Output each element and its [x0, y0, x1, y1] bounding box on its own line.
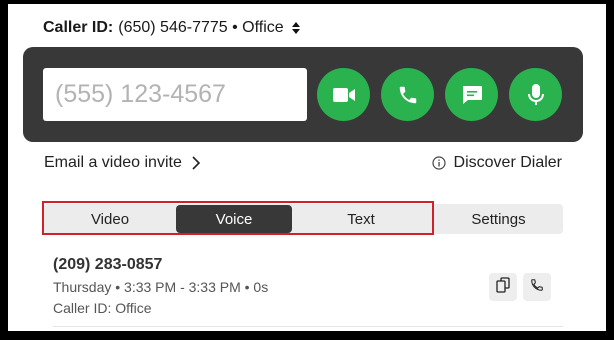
caller-id-value: (650) 546-7775 • Office [118, 19, 284, 36]
caller-id-label: Caller ID: [43, 19, 114, 36]
copy-number-button[interactable] [489, 273, 517, 301]
info-icon [431, 156, 446, 170]
video-camera-icon [332, 86, 356, 104]
call-back-button[interactable] [523, 273, 551, 301]
links-row: Email a video invite Discover Dialer [44, 154, 564, 174]
phone-number-input[interactable] [43, 68, 307, 121]
list-divider [53, 326, 563, 327]
email-invite-label: Email a video invite [44, 154, 182, 171]
text-message-button[interactable] [445, 68, 498, 121]
microphone-icon [527, 83, 545, 107]
chevron-right-icon [192, 156, 200, 170]
video-call-button[interactable] [317, 68, 370, 121]
mode-tabs: Video Voice Text Settings [44, 204, 563, 234]
phone-icon [530, 278, 544, 297]
tab-text[interactable]: Text [292, 204, 430, 234]
tab-settings[interactable]: Settings [434, 204, 563, 234]
chat-bubble-icon [461, 85, 483, 105]
dial-bar [23, 47, 583, 142]
copy-icon [496, 276, 510, 298]
call-number: (209) 283-0857 [53, 256, 163, 273]
email-video-invite-link[interactable]: Email a video invite [44, 154, 200, 172]
call-caller-id: Caller ID: Office [53, 300, 152, 316]
phone-icon [397, 84, 419, 106]
tab-voice[interactable]: Voice [176, 205, 292, 233]
dialer-panel: Caller ID: (650) 546-7775 • Office (555)… [8, 4, 606, 331]
tab-video[interactable]: Video [44, 204, 176, 234]
caller-id-selector[interactable]: Caller ID: (650) 546-7775 • Office [43, 17, 300, 39]
recent-call-item[interactable]: (209) 283-0857 Thursday • 3:33 PM - 3:33… [53, 256, 563, 320]
voice-call-button[interactable] [381, 68, 434, 121]
call-meta: Thursday • 3:33 PM - 3:33 PM • 0s [53, 279, 269, 295]
discover-dialer-label: Discover Dialer [453, 154, 562, 171]
sort-arrows-icon[interactable] [291, 22, 300, 34]
discover-dialer-link[interactable]: Discover Dialer [431, 154, 562, 172]
microphone-button[interactable] [509, 68, 562, 121]
